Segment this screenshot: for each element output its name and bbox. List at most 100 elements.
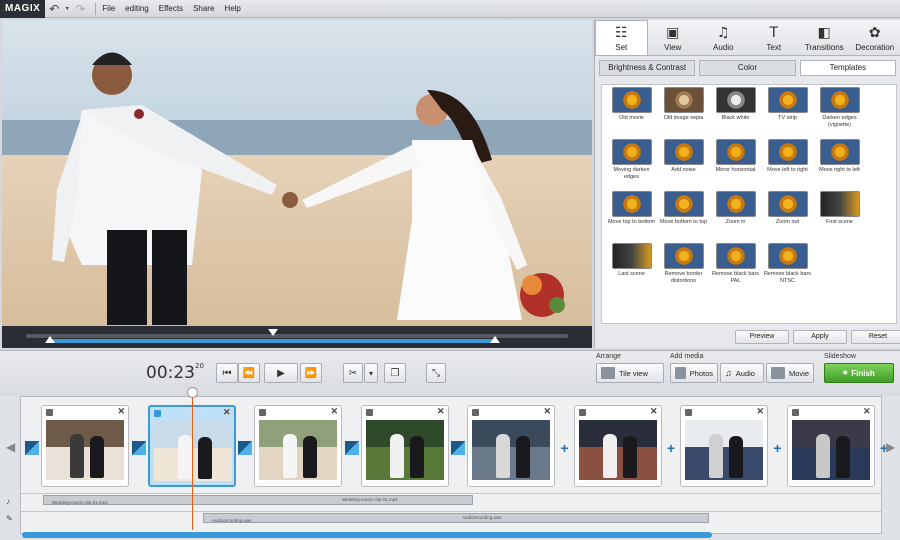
playhead-handle[interactable]	[187, 387, 198, 398]
template-item[interactable]: Black white	[710, 87, 761, 139]
template-item[interactable]: Zoom in	[710, 191, 761, 243]
close-icon[interactable]: ✕	[543, 406, 551, 417]
undo-icon[interactable]: ↶	[45, 0, 63, 18]
template-item[interactable]: Old movie	[606, 87, 657, 139]
clip-checkbox[interactable]	[791, 409, 799, 416]
template-item[interactable]: Move left to right	[762, 139, 813, 191]
transition-icon[interactable]	[344, 441, 359, 455]
add-transition-icon[interactable]: +	[664, 441, 678, 455]
apply-button[interactable]: Apply	[793, 330, 847, 344]
close-icon[interactable]: ✕	[223, 407, 231, 418]
close-icon[interactable]: ✕	[756, 406, 764, 417]
storyboard-clip[interactable]: ✕	[467, 405, 555, 487]
tab-text[interactable]: T Text	[749, 20, 800, 55]
subtab-brightness-contrast[interactable]: Brightness & Contrast	[599, 60, 696, 76]
template-item[interactable]: Move right to left	[814, 139, 865, 191]
template-item[interactable]: Add noise	[658, 139, 709, 191]
transition-icon[interactable]	[25, 441, 39, 455]
clip-checkbox[interactable]	[472, 409, 479, 416]
close-icon[interactable]: ✕	[437, 406, 445, 417]
playback-position-handle[interactable]	[268, 329, 278, 336]
menu-effects[interactable]: Effects	[159, 4, 183, 13]
tab-view[interactable]: ▣ View	[648, 20, 699, 55]
tab-transitions[interactable]: ◧ Transitions	[799, 20, 850, 55]
voice-clip[interactable]: Audiorecording.wav Audiorecording.wav	[203, 513, 709, 523]
scrubber-range[interactable]	[50, 339, 496, 343]
finish-button[interactable]: ⏺ Finish	[824, 363, 894, 383]
storyboard-clip[interactable]: ✕	[41, 405, 129, 487]
range-end-handle[interactable]	[490, 336, 500, 343]
template-item[interactable]: Mirror horizontal	[710, 139, 761, 191]
clip-checkbox[interactable]	[259, 409, 266, 416]
template-item[interactable]: Move top to bottom	[606, 191, 657, 243]
add-transition-icon[interactable]: +	[771, 441, 785, 455]
cut-dropdown-button[interactable]: ▾	[364, 363, 378, 383]
transition-icon[interactable]	[238, 441, 252, 455]
clip-checkbox[interactable]	[365, 409, 373, 416]
tab-decoration[interactable]: ✿ Decoration	[850, 20, 900, 55]
subtab-templates[interactable]: Templates	[799, 60, 896, 76]
clip-checkbox[interactable]	[578, 409, 586, 416]
template-item[interactable]: First scene	[814, 191, 865, 243]
music-clip[interactable]: Wedding-music-clip-01.mp3 Wedding-music-c…	[43, 495, 473, 505]
close-icon[interactable]: ✕	[650, 406, 658, 417]
add-audio-button[interactable]: ♫ Audio	[720, 363, 764, 383]
play-button[interactable]: ▶	[264, 363, 298, 383]
close-icon[interactable]: ✕	[117, 406, 125, 417]
menu-help[interactable]: Help	[224, 4, 240, 13]
template-item[interactable]: Move bottom to top	[658, 191, 709, 243]
undo-dropdown-icon[interactable]: ▾	[63, 0, 71, 18]
scroll-left-icon[interactable]: ◀	[6, 440, 15, 454]
sliders-icon: ☷	[614, 25, 628, 41]
storyboard-clip[interactable]: ✕	[573, 405, 662, 487]
template-item[interactable]: Remove black bars PAL	[710, 243, 761, 295]
transition-icon[interactable]	[451, 441, 465, 455]
tile-view-button[interactable]: Tile view	[596, 363, 664, 383]
clip-checkbox[interactable]	[153, 410, 161, 417]
template-thumbnail	[663, 139, 704, 165]
reset-button[interactable]: Reset	[851, 330, 900, 344]
cut-button[interactable]: ✂	[343, 363, 363, 383]
transition-icon[interactable]	[131, 441, 146, 455]
preview-button[interactable]: Preview	[735, 330, 789, 344]
popout-preview-button[interactable]: ⤡	[426, 363, 446, 383]
storyboard-clip[interactable]: ✕	[786, 405, 875, 487]
menu-editing[interactable]: editing	[125, 4, 149, 13]
menu-share[interactable]: Share	[193, 4, 214, 13]
template-item[interactable]: Zoom out	[762, 191, 813, 243]
rewind-button[interactable]: ⏪	[238, 363, 260, 383]
tab-audio[interactable]: ♫ Audio	[698, 20, 749, 55]
template-item[interactable]: Remove border distortions	[658, 243, 709, 295]
tab-set[interactable]: ☷ Set	[595, 20, 648, 55]
clip-checkbox[interactable]	[46, 409, 53, 416]
storyboard-clip[interactable]: ✕	[254, 405, 342, 487]
template-item[interactable]: Remove black bars NTSC	[762, 243, 813, 295]
close-icon[interactable]: ✕	[863, 406, 871, 417]
scrubber-track[interactable]	[26, 334, 568, 338]
storyboard-clip[interactable]: ✕	[680, 405, 768, 487]
snapshot-button[interactable]: ❐	[384, 363, 406, 383]
fast-forward-button[interactable]: ⏩	[300, 363, 322, 383]
add-photos-button[interactable]: Photos	[670, 363, 718, 383]
storyboard-clip[interactable]: ✕	[360, 405, 449, 487]
range-start-handle[interactable]	[45, 336, 55, 343]
preview-scrubber[interactable]	[2, 326, 592, 348]
timeline-scrollbar[interactable]	[22, 532, 712, 538]
template-item[interactable]: Last scene	[606, 243, 657, 295]
video-preview[interactable]	[2, 20, 592, 326]
subtab-color[interactable]: Color	[699, 60, 796, 76]
template-item[interactable]: Darken edges (vignette)	[814, 87, 865, 139]
to-start-button[interactable]: ⏮	[216, 363, 238, 383]
redo-icon[interactable]: ↷	[71, 0, 89, 18]
clip-checkbox[interactable]	[685, 409, 692, 416]
scroll-right-icon[interactable]: ▶	[886, 440, 895, 454]
playhead[interactable]	[192, 390, 193, 530]
template-item[interactable]: Old image sepia	[658, 87, 709, 139]
template-item[interactable]: TV strip	[762, 87, 813, 139]
close-icon[interactable]: ✕	[330, 406, 338, 417]
template-item[interactable]: Moving darken edges	[606, 139, 657, 191]
add-movie-button[interactable]: Movie	[766, 363, 814, 383]
storyboard[interactable]: ✕ ✕ ✕ ✕ ✕ ✕ ✕ ✕ + + + + Wedding-music-clip-01.mp3 Wed…	[20, 396, 888, 534]
add-transition-icon[interactable]: +	[558, 441, 572, 455]
menu-file[interactable]: File	[102, 4, 115, 13]
